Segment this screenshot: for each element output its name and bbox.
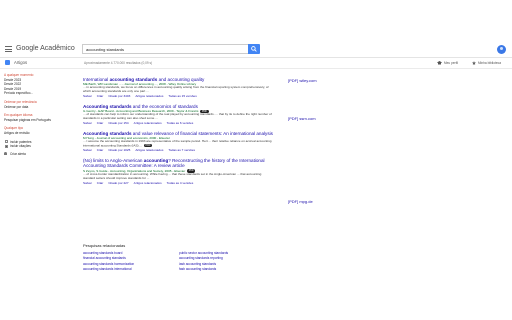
pdf-badge: PDF <box>144 143 153 148</box>
search-icon <box>251 46 257 52</box>
articles-icon <box>5 60 10 65</box>
versions-link[interactable]: Todas as 4 versões <box>167 181 194 185</box>
result-actions: Salvar Citar Citado por 3403 Artigos rel… <box>83 94 273 98</box>
related-articles-link[interactable]: Artigos relacionados <box>134 181 162 185</box>
versions-link[interactable]: Todas as 7 versões <box>168 148 195 152</box>
create-alert-button[interactable]: Criar alerta <box>4 152 76 156</box>
related-search-link[interactable]: accounting standards reporting <box>179 256 279 260</box>
logo-product: Acadêmico <box>40 45 75 52</box>
scholar-logo[interactable]: Google Acadêmico <box>16 45 75 52</box>
divider <box>0 68 512 69</box>
menu-icon[interactable] <box>5 46 12 52</box>
type-review[interactable]: Artigos de revisão <box>4 131 76 136</box>
page-title: Artigos <box>14 60 28 65</box>
cited-by-link[interactable]: Citado por 3403 <box>108 94 130 98</box>
versions-link[interactable]: Todas as 15 versões <box>168 94 196 98</box>
result-actions: Salvar Citar Citado por 227 Artigos rela… <box>83 181 273 185</box>
envelope-icon <box>4 152 7 156</box>
result-item: Accounting standards and value relevance… <box>83 131 273 153</box>
checkbox-icon <box>5 140 8 144</box>
related-search-link[interactable]: accounting standards harmonization <box>83 262 179 266</box>
result-snippet: ... I assume the accounting standards in… <box>83 139 273 148</box>
logo-google: Google <box>16 45 39 52</box>
cite-button[interactable]: Citar <box>97 148 104 152</box>
pdf-link-ssrn[interactable]: [PDF] ssrn.com <box>288 116 316 121</box>
result-actions: Salvar Citar Citado por 154 Artigos rela… <box>83 121 273 125</box>
cited-by-link[interactable]: Citado por 227 <box>108 181 128 185</box>
related-searches-grid: accounting standards board public sector… <box>83 251 283 271</box>
language-portuguese[interactable]: Pesquisar páginas em Português <box>4 118 76 123</box>
related-search-link[interactable]: iasb accounting standards <box>179 262 279 266</box>
related-search-link[interactable]: fasb accounting standards <box>179 267 279 271</box>
related-search-link[interactable]: accounting standards international <box>83 267 179 271</box>
avatar[interactable] <box>497 45 506 54</box>
sort-date[interactable]: Ordenar por data <box>4 105 76 110</box>
result-snippet-text: ... I assume the accounting standards in… <box>83 139 272 148</box>
include-citations-label: incluir citações <box>10 144 31 149</box>
related-articles-link[interactable]: Artigos relacionados <box>135 148 163 152</box>
profile-icon <box>437 61 442 65</box>
save-button[interactable]: Salvar <box>83 121 92 125</box>
related-search-link[interactable]: accounting standards board <box>83 251 179 255</box>
related-search-link[interactable]: financial accounting standards <box>83 256 179 260</box>
create-alert-label: Criar alerta <box>10 151 26 156</box>
related-searches-title: Pesquisas relacionadas <box>83 243 126 248</box>
time-filter: A qualquer momento Desde 2023 Desde 2022… <box>4 73 76 96</box>
save-button[interactable]: Salvar <box>83 148 92 152</box>
search-button[interactable] <box>248 44 260 54</box>
cite-button[interactable]: Citar <box>97 121 104 125</box>
my-profile-label: Meu perfil <box>444 61 458 65</box>
star-icon <box>472 61 476 65</box>
related-searches: Pesquisas relacionadas accounting standa… <box>83 243 283 271</box>
checkbox-icon <box>5 144 8 148</box>
my-profile-link[interactable]: Meu perfil <box>437 61 458 65</box>
related-articles-link[interactable]: Artigos relacionados <box>135 94 163 98</box>
top-bar: Google Acadêmico accounting standards <box>0 41 512 57</box>
result-item: Accounting standards and the economics o… <box>83 104 273 125</box>
result-title[interactable]: (No) limits to Anglo-American accounting… <box>83 158 273 168</box>
time-filter-option[interactable]: Período específico... <box>4 91 76 96</box>
cited-by-link[interactable]: Citado por 1025 <box>108 148 130 152</box>
result-snippet: ... of standards can help to inform our … <box>83 112 272 121</box>
result-actions: Salvar Citar Citado por 1025 Artigos rel… <box>83 148 273 152</box>
result-item: (No) limits to Anglo-American accounting… <box>83 158 273 185</box>
sidebar: A qualquer momento Desde 2023 Desde 2022… <box>4 73 76 156</box>
include-citations-checkbox[interactable]: incluir citações <box>4 144 76 149</box>
pdf-link-mpg[interactable]: [PDF] mpg.de <box>288 199 313 204</box>
cite-button[interactable]: Citar <box>97 94 104 98</box>
versions-link[interactable]: Todas as 6 versões <box>167 121 194 125</box>
save-button[interactable]: Salvar <box>83 181 92 185</box>
pdf-link-wiley[interactable]: [PDF] wiley.com <box>288 78 317 83</box>
my-library-label: Minha biblioteca <box>478 61 502 65</box>
related-articles-link[interactable]: Artigos relacionados <box>134 121 162 125</box>
result-snippet: ... of cross-border standardization in a… <box>83 171 262 180</box>
language-filter: Em qualquer idioma Pesquisar páginas em … <box>4 113 76 122</box>
sub-bar: Artigos <box>0 58 512 68</box>
cited-by-link[interactable]: Citado por 154 <box>108 121 128 125</box>
results-list: International accounting standards and a… <box>83 77 273 190</box>
result-item: International accounting standards and a… <box>83 77 273 98</box>
cite-button[interactable]: Citar <box>97 181 104 185</box>
results-stats: Aproximadamente 4.770.000 resultados (0,… <box>84 61 153 65</box>
my-library-link[interactable]: Minha biblioteca <box>472 61 501 65</box>
search-input[interactable]: accounting standards <box>82 44 248 54</box>
sort-filter: Ordenar por relevância Ordenar por data <box>4 100 76 109</box>
related-search-link[interactable]: public sector accounting standards <box>179 251 279 255</box>
save-button[interactable]: Salvar <box>83 94 92 98</box>
result-snippet: ... in accounting standards, we focus on… <box>83 85 269 94</box>
type-filter: Qualquer tipo Artigos de revisão <box>4 126 76 135</box>
